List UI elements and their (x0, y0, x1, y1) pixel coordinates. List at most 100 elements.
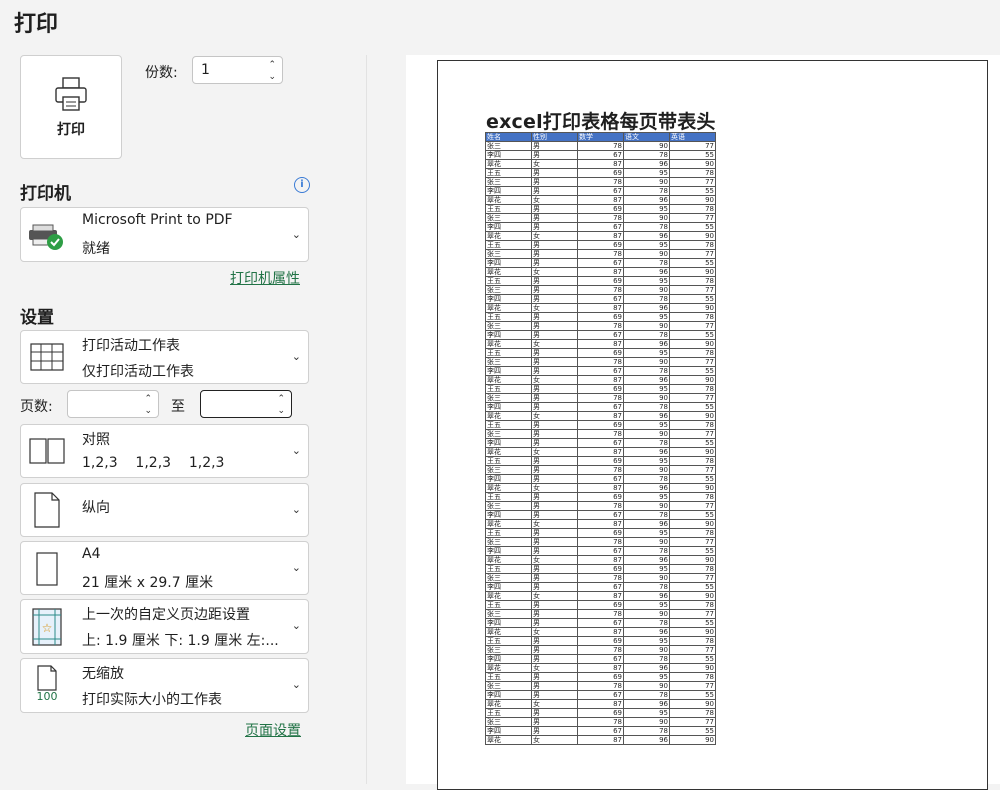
table-cell: 67 (577, 690, 624, 700)
stepper-arrows-icon[interactable]: ⌃ ⌄ (277, 393, 285, 417)
table-cell: 67 (577, 582, 624, 592)
table-cell: 67 (577, 618, 624, 628)
table-cell: 张三 (485, 501, 532, 511)
table-cell: 王五 (485, 204, 532, 214)
table-cell: 男 (531, 690, 578, 700)
table-row: 翠花女 87 96 90 (485, 663, 716, 673)
table-cell: 77 (669, 465, 716, 475)
margins-dropdown[interactable]: ☆ 上一次的自定义页边距设置 上: 1.9 厘米 下: 1.9 厘米 左:...… (20, 599, 309, 654)
table-cell: 95 (623, 564, 670, 574)
pages-to-stepper[interactable]: ⌃ ⌄ (200, 390, 292, 418)
table-cell: 男 (531, 456, 578, 466)
print-button[interactable]: 打印 (20, 55, 122, 159)
table-cell: 95 (623, 672, 670, 682)
chevron-down-icon: ⌄ (291, 350, 301, 363)
table-row: 翠花女 87 96 90 (485, 735, 716, 745)
collate-dropdown[interactable]: 对照 1,2,3 1,2,3 1,2,3 ⌄ (20, 424, 309, 478)
table-cell: 男 (531, 501, 578, 511)
info-icon[interactable]: i (294, 177, 310, 193)
table-cell: 男 (531, 150, 578, 160)
table-cell: 67 (577, 186, 624, 196)
table-cell: 90 (623, 717, 670, 727)
table-cell: 李四 (485, 186, 532, 196)
chevron-down-icon: ⌄ (291, 228, 301, 241)
stepper-arrows-icon[interactable]: ⌃ ⌄ (144, 393, 152, 417)
table-cell: 李四 (485, 582, 532, 592)
pages-from-stepper[interactable]: ⌃ ⌄ (67, 390, 159, 418)
table-cell: 78 (577, 285, 624, 295)
table-cell: 78 (623, 474, 670, 484)
table-row: 李四男 67 78 55 (485, 690, 716, 700)
table-cell: 李四 (485, 474, 532, 484)
settings-heading: 设置 (20, 308, 54, 328)
table-cell: 77 (669, 177, 716, 187)
table-cell: 男 (531, 492, 578, 502)
table-header-row: 姓名 性别 数学 语文 英语 (485, 132, 716, 142)
scaling-dropdown[interactable]: 100 无缩放 打印实际大小的工作表 ⌄ (20, 658, 309, 713)
table-cell: 87 (577, 231, 624, 241)
table-cell: 翠花 (485, 519, 532, 529)
table-header-cell: 语文 (623, 132, 670, 142)
paper-size-title: A4 (82, 546, 101, 562)
table-row: 张三男 78 90 77 (485, 321, 716, 331)
table-cell: 87 (577, 159, 624, 169)
table-cell: 王五 (485, 600, 532, 610)
table-cell: 96 (623, 195, 670, 205)
table-cell: 96 (623, 411, 670, 421)
table-cell: 90 (669, 411, 716, 421)
table-cell: 78 (669, 528, 716, 538)
table-cell: 77 (669, 645, 716, 655)
page-setup-link[interactable]: 页面设置 (245, 720, 301, 740)
table-cell: 翠花 (485, 663, 532, 673)
table-row: 翠花女 87 96 90 (485, 267, 716, 277)
table-cell: 78 (623, 402, 670, 412)
table-row: 王五男 69 95 78 (485, 564, 716, 574)
table-cell: 78 (577, 717, 624, 727)
table-cell: 90 (623, 357, 670, 367)
table-cell: 男 (531, 564, 578, 574)
panel-divider (366, 55, 367, 784)
table-cell: 69 (577, 708, 624, 718)
table-cell: 女 (531, 375, 578, 385)
table-row: 王五男 69 95 78 (485, 240, 716, 250)
table-cell: 男 (531, 258, 578, 268)
table-cell: 69 (577, 240, 624, 250)
table-cell: 翠花 (485, 699, 532, 709)
orientation-dropdown[interactable]: 纵向 ⌄ (20, 483, 309, 537)
table-cell: 96 (623, 627, 670, 637)
table-cell: 77 (669, 537, 716, 547)
table-cell: 张三 (485, 645, 532, 655)
table-cell: 李四 (485, 294, 532, 304)
table-row: 张三男 78 90 77 (485, 501, 716, 511)
table-cell: 翠花 (485, 591, 532, 601)
table-cell: 张三 (485, 249, 532, 259)
table-cell: 95 (623, 348, 670, 358)
table-cell: 李四 (485, 366, 532, 376)
table-cell: 78 (577, 465, 624, 475)
table-cell: 王五 (485, 384, 532, 394)
table-cell: 69 (577, 168, 624, 178)
table-row: 李四男 67 78 55 (485, 438, 716, 448)
table-cell: 78 (577, 645, 624, 655)
table-cell: 78 (577, 537, 624, 547)
printer-dropdown[interactable]: Microsoft Print to PDF 就绪 ⌄ (20, 207, 309, 262)
table-cell: 男 (531, 222, 578, 232)
table-row: 李四男 67 78 55 (485, 294, 716, 304)
table-cell: 90 (669, 195, 716, 205)
paper-size-dropdown[interactable]: A4 21 厘米 x 29.7 厘米 ⌄ (20, 541, 309, 595)
table-cell: 69 (577, 420, 624, 430)
stepper-arrows-icon[interactable]: ⌃ ⌄ (268, 59, 276, 83)
printer-heading: 打印机 (20, 184, 71, 204)
table-cell: 78 (669, 672, 716, 682)
chevron-down-icon: ⌄ (291, 678, 301, 691)
table-cell: 67 (577, 150, 624, 160)
table-cell: 李四 (485, 618, 532, 628)
table-row: 翠花女 87 96 90 (485, 339, 716, 349)
table-cell: 张三 (485, 717, 532, 727)
table-body: 张三男 78 90 77 李四男 67 78 55 翠花女 87 96 90 王五男 69 95 78 张三男 7… (485, 141, 716, 745)
copies-stepper[interactable]: 1 ⌃ ⌄ (192, 56, 283, 84)
print-scope-dropdown[interactable]: 打印活动工作表 仅打印活动工作表 ⌄ (20, 330, 309, 384)
printer-properties-link[interactable]: 打印机属性 (230, 268, 300, 288)
table-cell: 95 (623, 456, 670, 466)
table-cell: 男 (531, 141, 578, 151)
